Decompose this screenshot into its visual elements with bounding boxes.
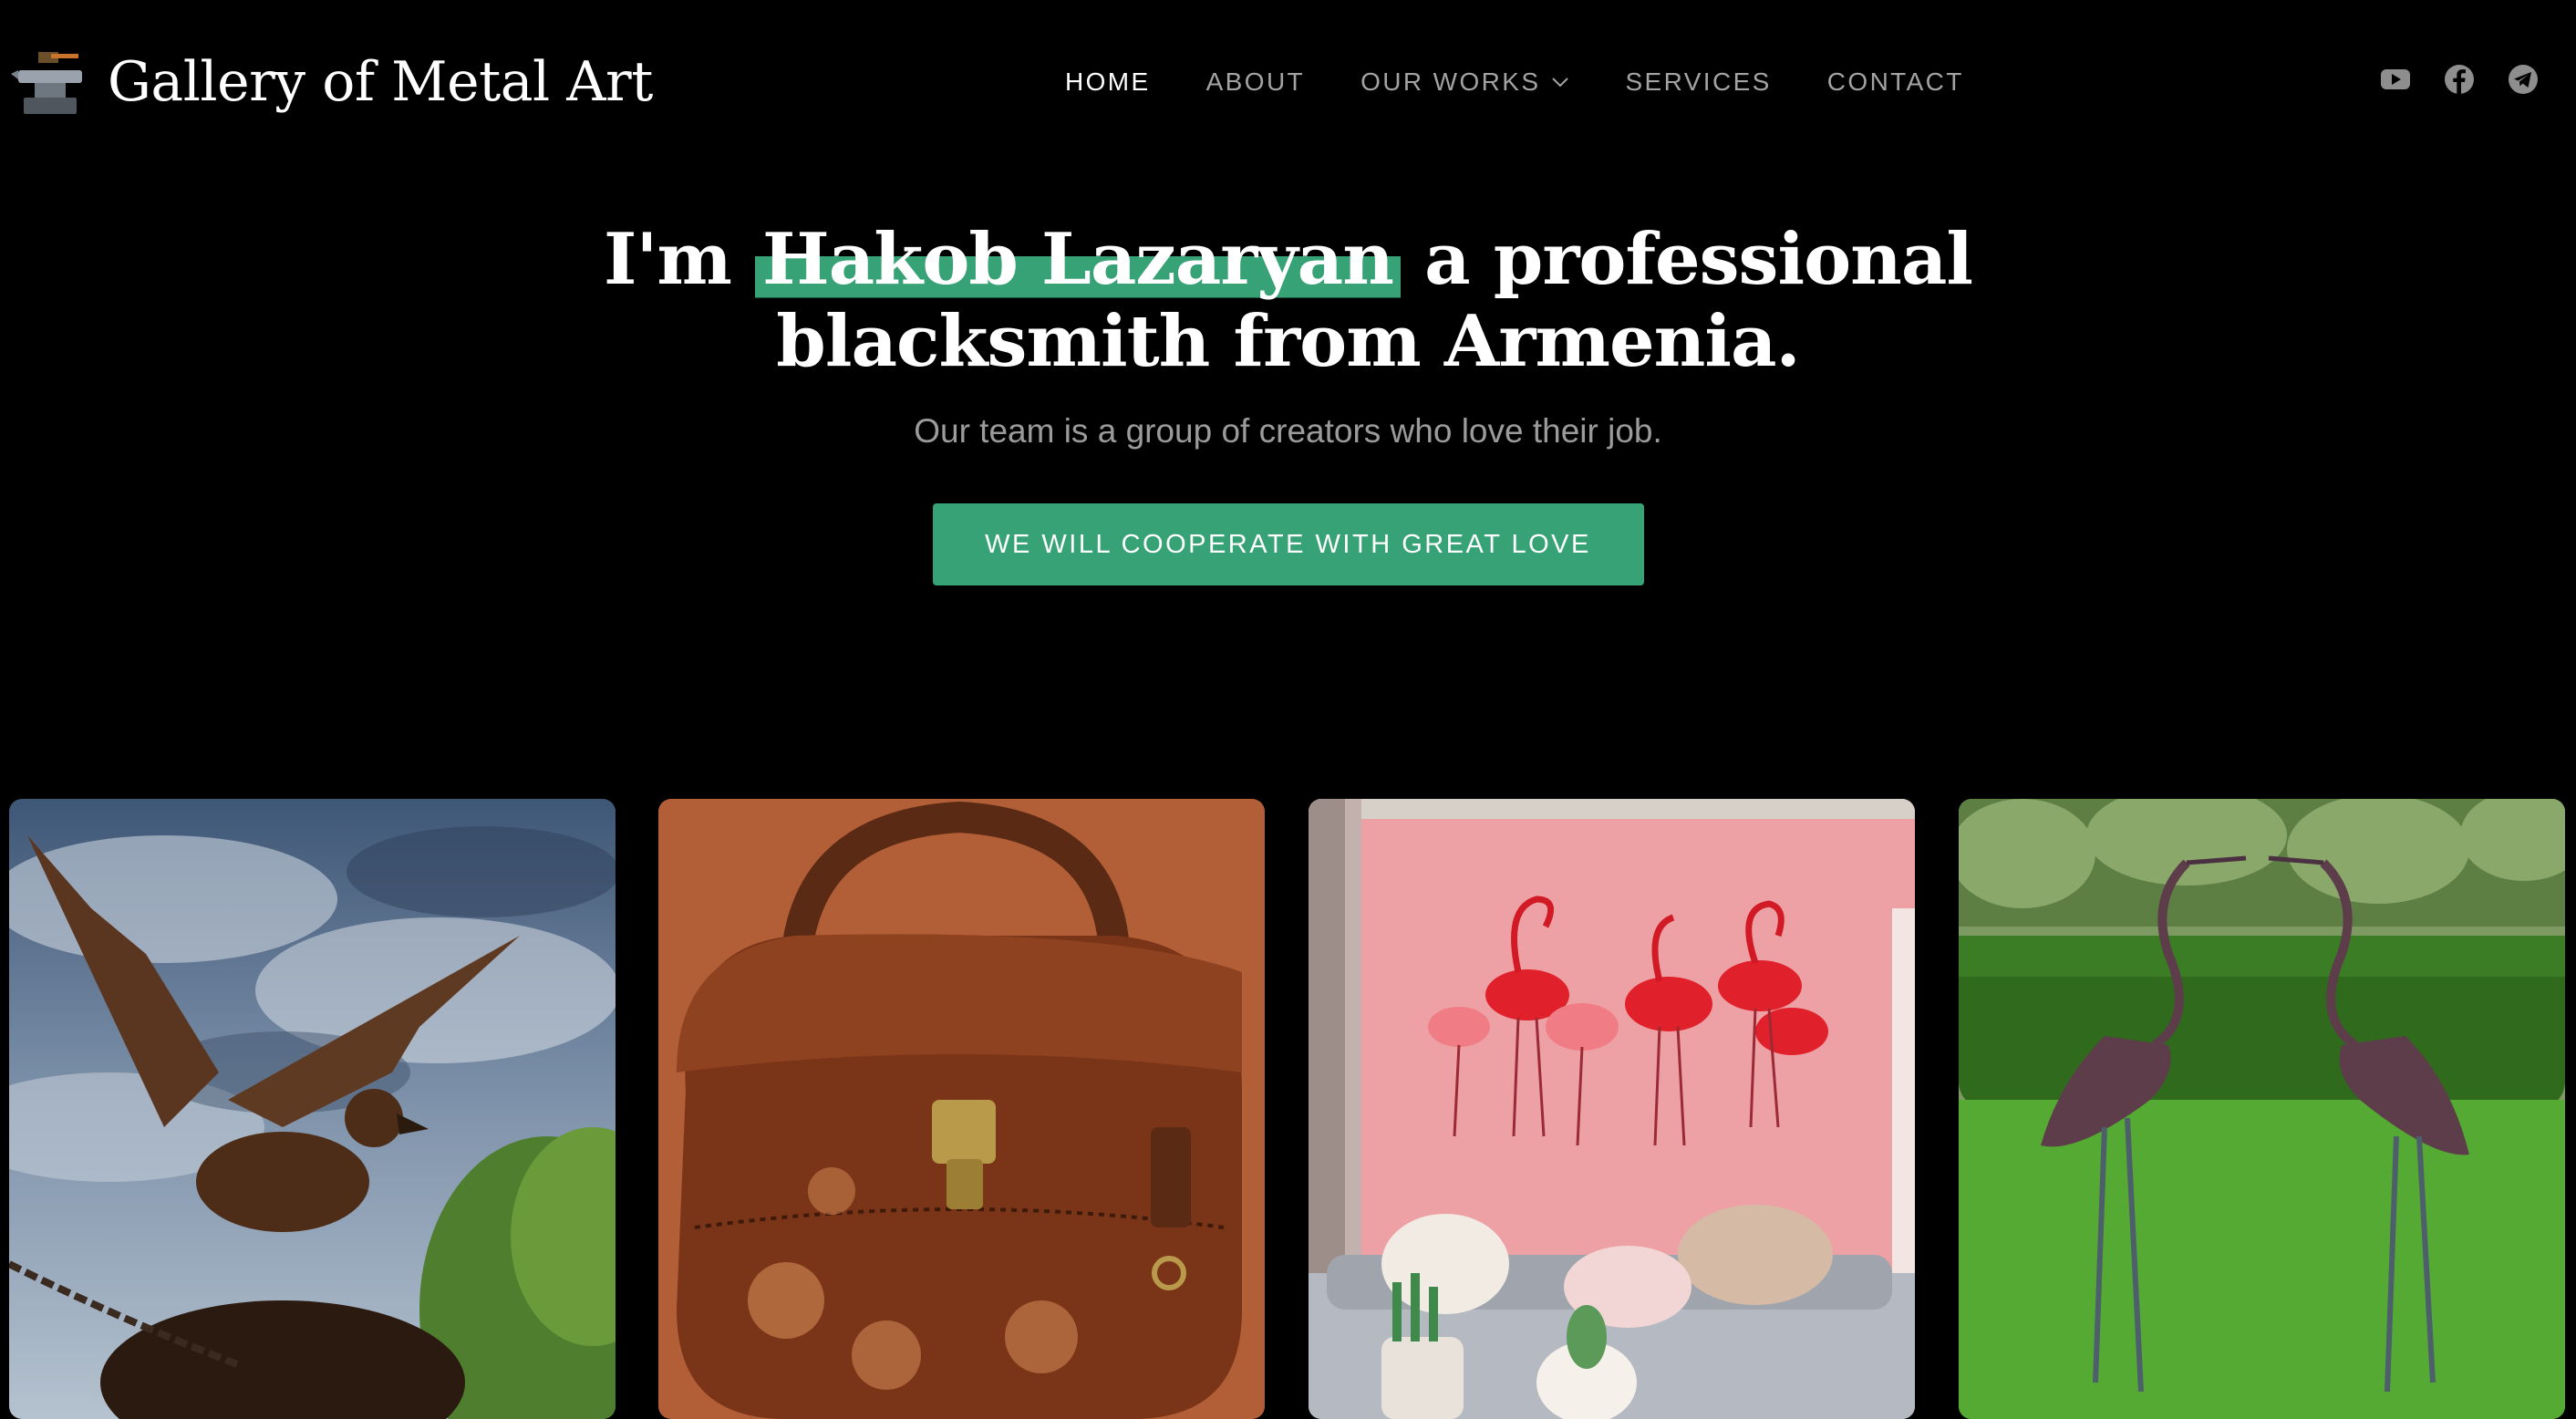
nav-about[interactable]: ABOUT xyxy=(1206,67,1305,97)
gallery-card-handbag[interactable] xyxy=(658,799,1265,1419)
telegram-icon[interactable] xyxy=(2507,63,2540,96)
nav-home[interactable]: HOME xyxy=(1065,67,1151,97)
anvil-icon xyxy=(11,52,82,114)
chevron-down-icon xyxy=(1552,78,1569,88)
hero-title-prefix: I'm xyxy=(603,218,732,301)
hero-title: I'm Hakob Lazaryan a professional blacks… xyxy=(0,218,2576,383)
gallery-card-eagle[interactable] xyxy=(9,799,616,1419)
nav-our-works[interactable]: OUR WORKS xyxy=(1360,67,1569,97)
eagle-sculpture-image xyxy=(9,799,616,1419)
nav-our-works-label: OUR WORKS xyxy=(1360,67,1541,96)
flamingo-wall-art-image xyxy=(1309,799,1915,1419)
leather-handbag-image xyxy=(658,799,1265,1419)
site-header: Gallery of Metal Art HOME ABOUT OUR WORK… xyxy=(0,0,2576,164)
facebook-icon[interactable] xyxy=(2443,63,2476,96)
brand-name: Gallery of Metal Art xyxy=(108,50,653,114)
hero-section: I'm Hakob Lazaryan a professional blacks… xyxy=(0,218,2576,585)
hero-title-line2: blacksmith from Armenia. xyxy=(776,300,1800,383)
social-links xyxy=(2348,63,2540,96)
hero-title-highlight: Hakob Lazaryan xyxy=(755,218,1401,301)
gallery-card-flamingos[interactable] xyxy=(1309,799,1915,1419)
brand[interactable]: Gallery of Metal Art xyxy=(11,35,653,129)
hero-subtitle: Our team is a group of creators who love… xyxy=(914,412,1662,450)
hero-title-suffix: a professional xyxy=(1424,218,1973,301)
heron-garden-sculptures-image xyxy=(1959,799,2565,1419)
gallery-card-herons[interactable] xyxy=(1959,799,2565,1419)
cooperate-button[interactable]: WE WILL COOPERATE WITH GREAT LOVE xyxy=(932,503,1644,585)
main-nav: HOME ABOUT OUR WORKS SERVICES CONTACT xyxy=(1065,62,1964,102)
nav-contact[interactable]: CONTACT xyxy=(1827,67,1964,97)
nav-services[interactable]: SERVICES xyxy=(1625,67,1771,97)
youtube-icon[interactable] xyxy=(2379,63,2412,96)
